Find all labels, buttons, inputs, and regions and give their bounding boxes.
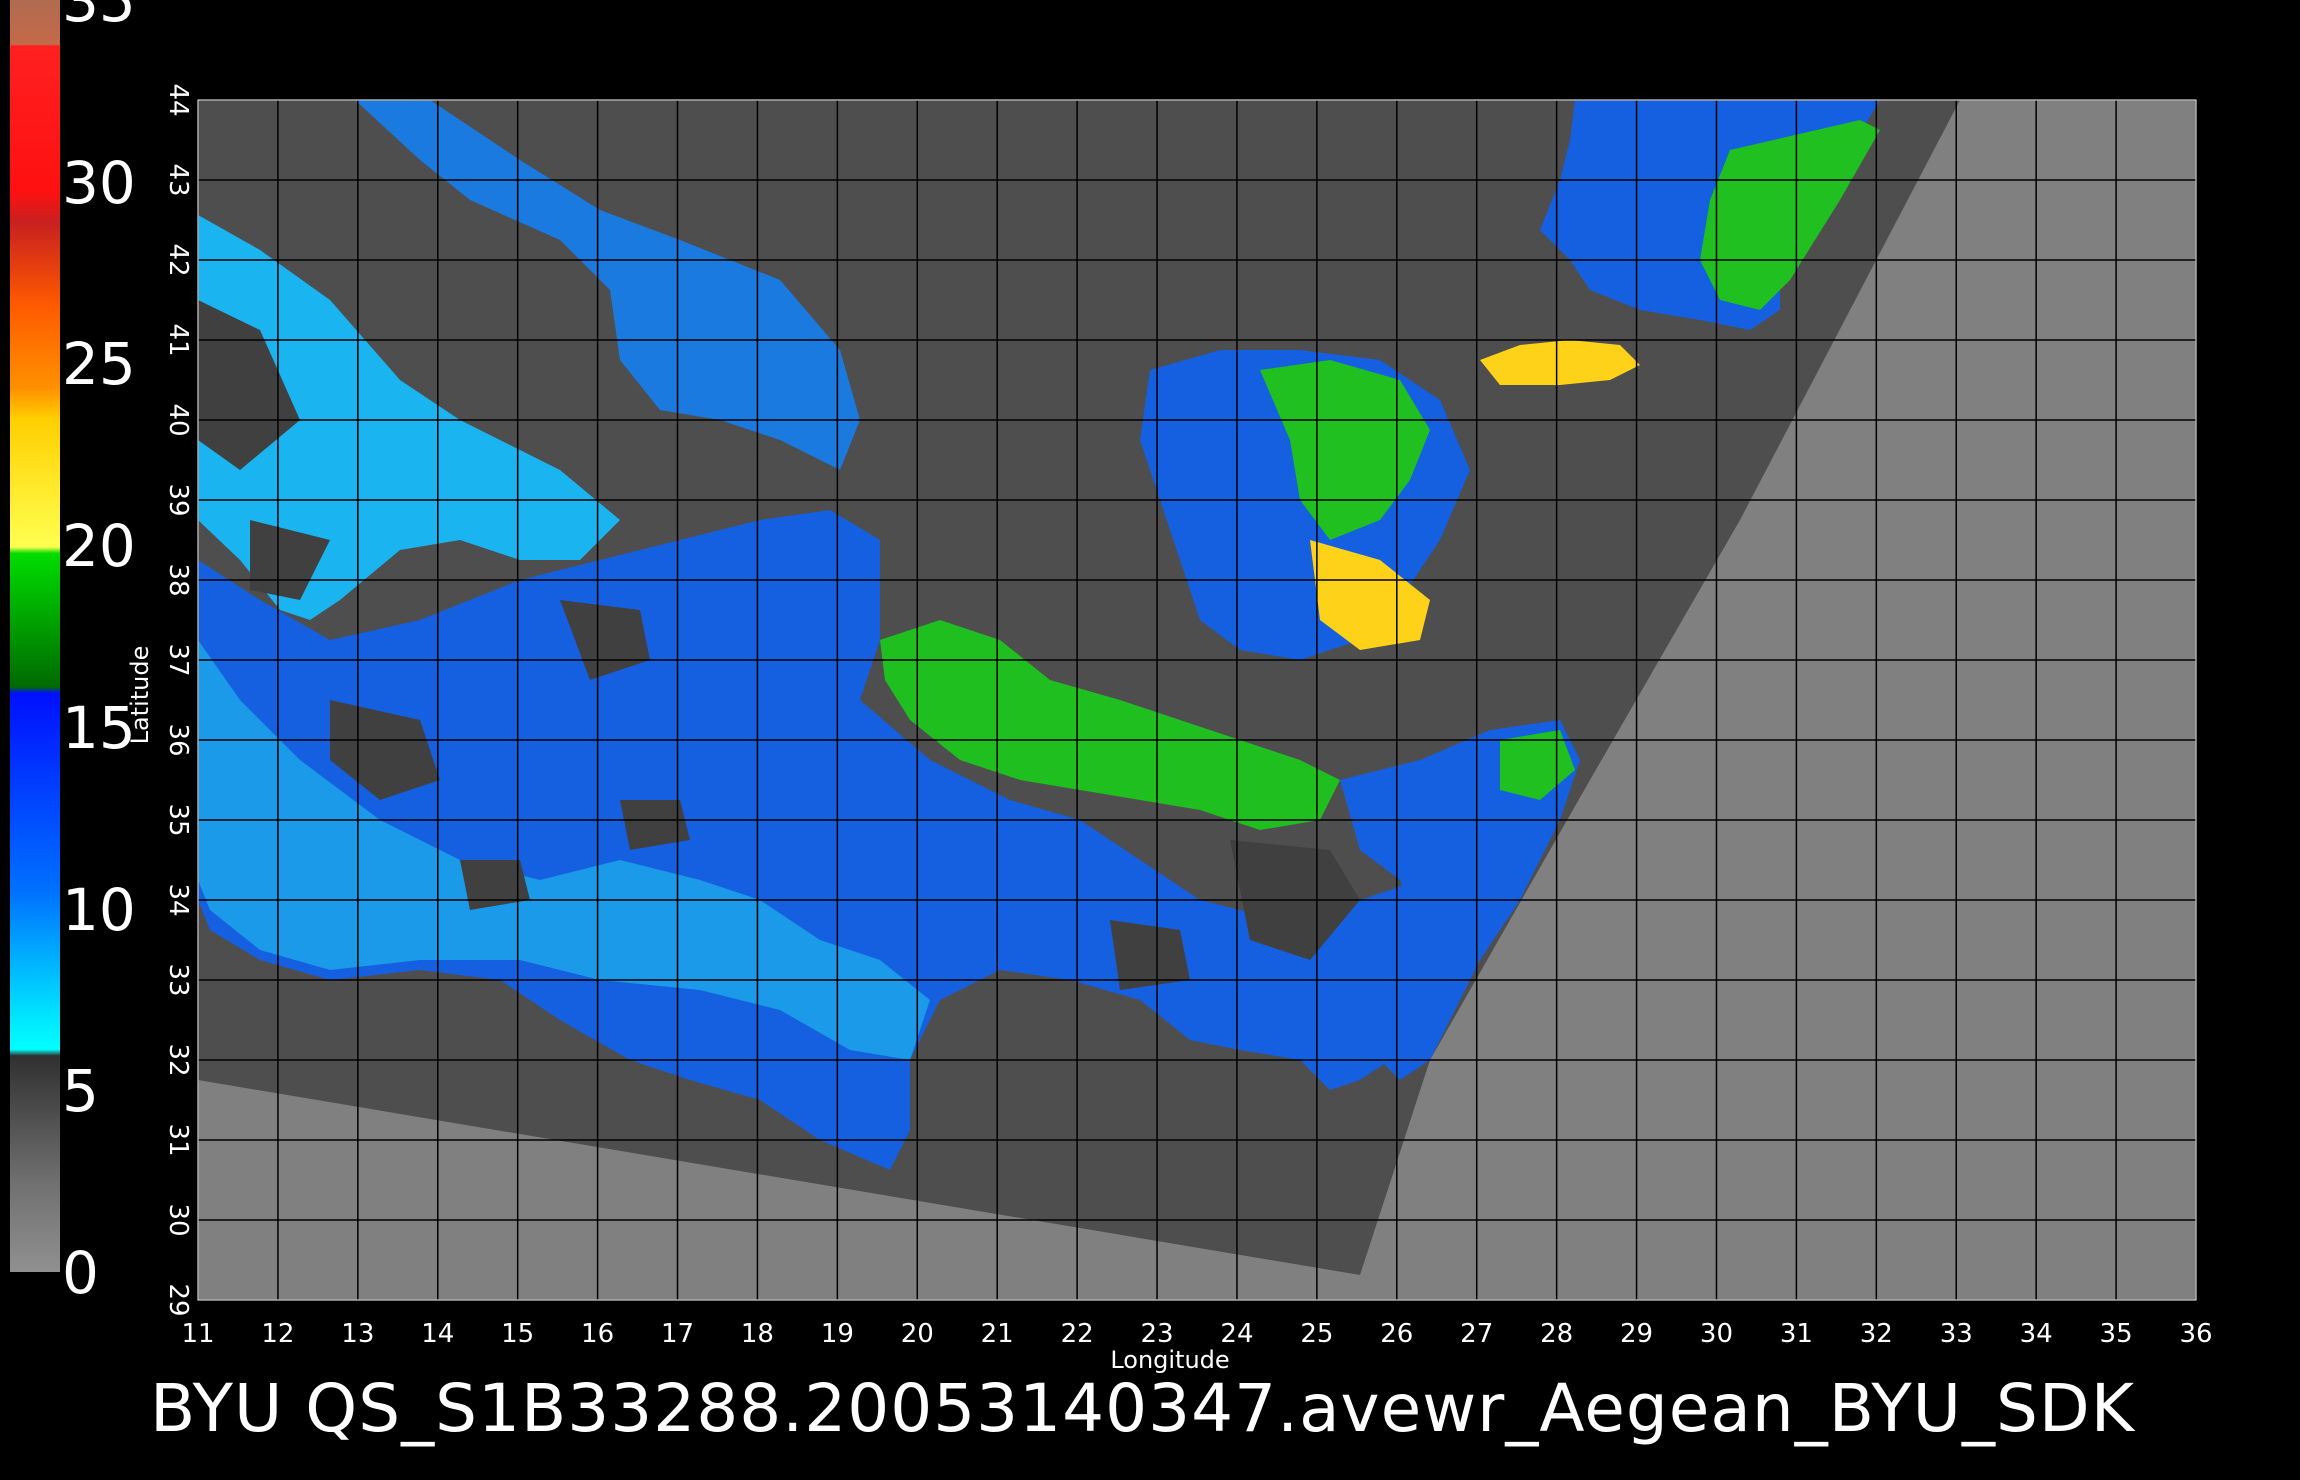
x-tick-label: 33 <box>1940 1319 1973 1349</box>
y-tick-label: 37 <box>163 643 193 676</box>
x-tick-label: 30 <box>1700 1319 1733 1349</box>
x-tick-label: 20 <box>901 1319 934 1349</box>
x-tick-label: 21 <box>981 1319 1014 1349</box>
x-tick-label: 31 <box>1780 1319 1813 1349</box>
y-tick-label: 34 <box>163 883 193 916</box>
latitude-ticks: 29 30 31 32 33 34 35 36 37 38 39 40 41 42 43 44 <box>163 83 193 1316</box>
x-tick-label: 17 <box>661 1319 694 1349</box>
x-tick-label: 25 <box>1300 1319 1333 1349</box>
y-tick-label: 39 <box>163 483 193 516</box>
x-tick-label: 23 <box>1140 1319 1173 1349</box>
x-tick-label: 13 <box>341 1319 374 1349</box>
x-tick-label: 28 <box>1540 1319 1573 1349</box>
y-tick-label: 31 <box>163 1123 193 1156</box>
footer-title: BYU QS_S1B33288.20053140347.avewr_Aegean… <box>150 1370 2135 1447</box>
y-tick-label: 36 <box>163 723 193 756</box>
y-tick-label: 40 <box>163 403 193 436</box>
x-tick-label: 34 <box>2020 1319 2053 1349</box>
x-tick-label: 24 <box>1220 1319 1253 1349</box>
y-tick-label: 35 <box>163 803 193 836</box>
y-tick-label: 33 <box>163 963 193 996</box>
x-tick-label: 27 <box>1460 1319 1493 1349</box>
y-tick-label: 30 <box>163 1203 193 1236</box>
x-tick-label: 16 <box>581 1319 614 1349</box>
longitude-ticks: 11 12 13 14 15 16 17 18 19 20 21 22 23 24 25 26 27 28 29 30… <box>181 1319 2212 1349</box>
wind-map: 11 12 13 14 15 16 17 18 19 20 21 22 23 24 25 26 27 28 29 30… <box>126 80 2230 1374</box>
x-tick-label: 14 <box>421 1319 454 1349</box>
y-axis-title: Latitude <box>126 646 154 745</box>
y-tick-label: 44 <box>163 83 193 116</box>
x-tick-label: 35 <box>2100 1319 2133 1349</box>
x-tick-label: 26 <box>1380 1319 1413 1349</box>
x-tick-label: 32 <box>1860 1319 1893 1349</box>
y-tick-label: 38 <box>163 563 193 596</box>
x-tick-label: 12 <box>261 1319 294 1349</box>
y-tick-label: 41 <box>163 323 193 356</box>
x-tick-label: 15 <box>501 1319 534 1349</box>
y-tick-label: 32 <box>163 1043 193 1076</box>
x-tick-label: 11 <box>181 1319 214 1349</box>
x-tick-label: 19 <box>821 1319 854 1349</box>
x-tick-label: 29 <box>1620 1319 1653 1349</box>
y-tick-label: 43 <box>163 163 193 196</box>
x-tick-label: 22 <box>1061 1319 1094 1349</box>
y-tick-label: 42 <box>163 243 193 276</box>
x-tick-label: 36 <box>2179 1319 2212 1349</box>
x-tick-label: 18 <box>741 1319 774 1349</box>
y-tick-label: 29 <box>163 1283 193 1316</box>
